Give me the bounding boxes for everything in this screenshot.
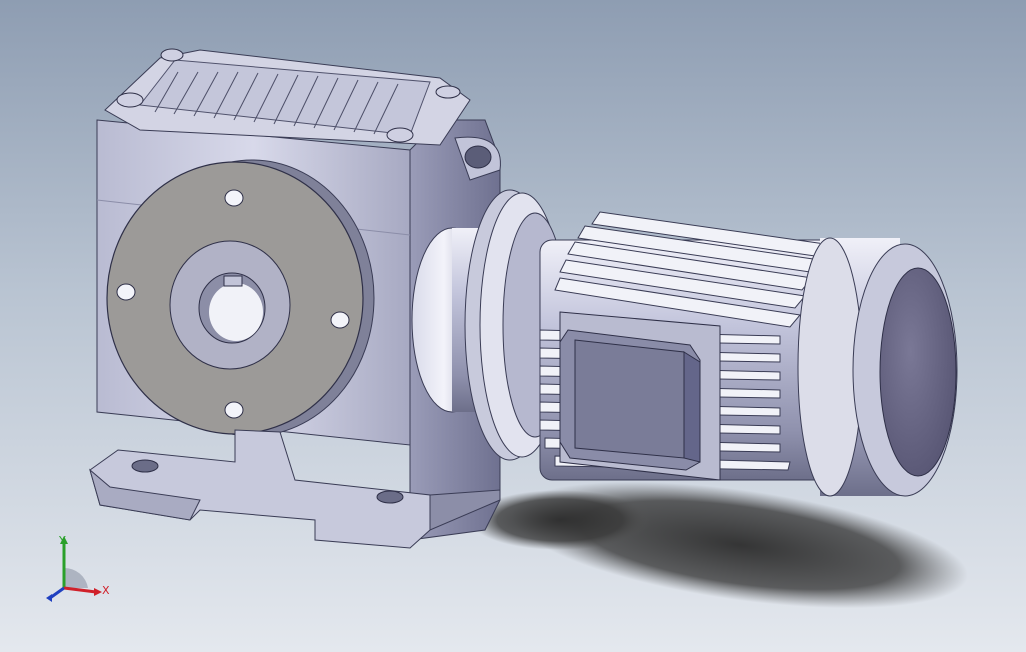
coordinate-triad: Y X [46,534,110,602]
y-axis-label: Y [58,534,66,547]
hollow-shaft-bore [198,272,266,344]
fan-cover[interactable] [797,237,958,497]
x-axis-arrow [63,586,97,594]
z-axis-arrow [49,586,65,600]
graphics-viewport[interactable]: Y X [0,0,1026,652]
triad-plane-icon [64,567,88,588]
x-axis-label: X [102,584,110,597]
x-axis-head [94,588,102,596]
terminal-box[interactable] [559,311,721,481]
z-axis-head [46,594,52,602]
gear-motor-model[interactable] [0,0,1026,652]
